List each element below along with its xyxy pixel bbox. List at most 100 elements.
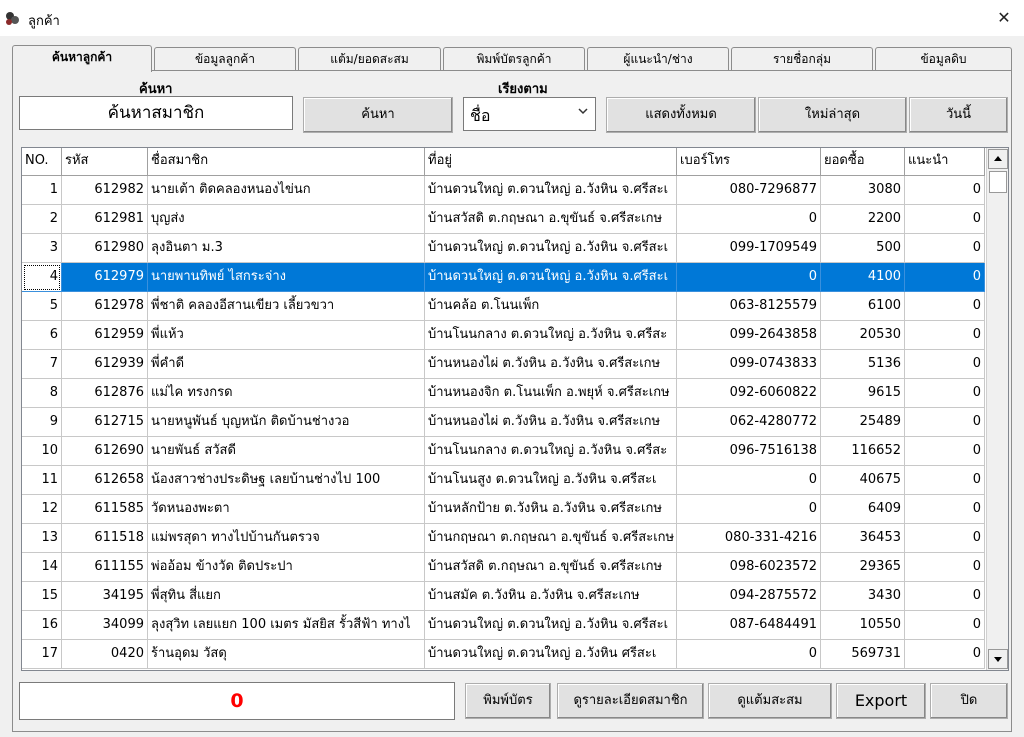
table-row[interactable]: 6 612959 พี่แห้ว บ้านโนนกลาง ต.ดวนใหญ่ อ.วั… [22, 321, 985, 350]
cell-referral: 0 [905, 176, 985, 205]
today-button[interactable]: วันนี้ [909, 97, 1008, 133]
scroll-up-button[interactable] [988, 149, 1008, 169]
tab-customer-info[interactable]: ข้อมูลลูกค้า [154, 47, 296, 71]
cell-referral: 0 [905, 495, 985, 524]
chevron-down-icon [578, 108, 588, 115]
cell-purchase: 6100 [821, 292, 905, 321]
cell-phone: 098-6023572 [677, 553, 821, 582]
cell-address: บ้านคล้อ ต.โนนเพ็ก [425, 292, 677, 321]
view-details-button[interactable]: ดูรายละเอียดสมาชิก [557, 683, 704, 719]
cell-no: 2 [22, 205, 62, 234]
sort-select[interactable]: ชื่อ [463, 97, 596, 131]
export-button[interactable]: Export [836, 683, 926, 719]
search-input[interactable]: ค้นหาสมาชิก [19, 96, 293, 130]
cell-no: 9 [22, 408, 62, 437]
scroll-thumb[interactable] [989, 171, 1007, 193]
cell-code: 612658 [62, 466, 148, 495]
table-row[interactable]: 2 612981 บุญส่ง บ้านสวัสดิ ต.กฤษณา อ.ขุขันธ… [22, 205, 985, 234]
cell-purchase: 20530 [821, 321, 905, 350]
cell-code: 612690 [62, 437, 148, 466]
cell-no: 12 [22, 495, 62, 524]
table-row[interactable]: 17 0420 ร้านอุดม วัสดุ บ้านดวนใหญ่ ต.ดวนใหญ… [22, 640, 985, 669]
cell-no: 1 [22, 176, 62, 205]
cell-phone: 094-2875572 [677, 582, 821, 611]
cell-no: 13 [22, 524, 62, 553]
cell-address: บ้านโนนกลาง ต.ดวนใหญ่ อ.วังหิน จ.ศรีสะ [425, 321, 677, 350]
title-bar: ลูกค้า ✕ [0, 0, 1024, 36]
cell-referral: 0 [905, 524, 985, 553]
cell-code: 612981 [62, 205, 148, 234]
table-row[interactable]: 8 612876 แม่ไค ทรงกรด บ้านหนองจิก ต.โนนเพ็ก… [22, 379, 985, 408]
cell-referral: 0 [905, 437, 985, 466]
view-points-button[interactable]: ดูแต้มสะสม [708, 683, 832, 719]
table-row[interactable]: 5 612978 พี่ชาติ คลองอีสานเขียว เลี้ยวขวาบ… [22, 292, 985, 321]
column-header-name[interactable]: ชื่อสมาชิก [148, 148, 425, 176]
column-header-no[interactable]: NO. [22, 148, 62, 176]
table-row[interactable]: 3 612980 ลุงอินตา ม.3 บ้านดวนใหญ่ ต.ดวนใหญ่… [22, 234, 985, 263]
cell-code: 612979 [62, 263, 148, 292]
column-header-purchase[interactable]: ยอดซื้อ [821, 148, 905, 176]
cell-no: 16 [22, 611, 62, 640]
tab-points[interactable]: แต้ม/ยอดสะสม [298, 47, 441, 71]
table-row[interactable]: 13 611518 แม่พรสุดา ทางไปบ้านกันตรวจ บ้านกฤ… [22, 524, 985, 553]
cell-code: 34099 [62, 611, 148, 640]
table-row[interactable]: 4 612979 นายพานทิพย์ ไสกระจ่าง บ้านดวนใหญ่ … [22, 263, 985, 292]
cell-phone: 062-4280772 [677, 408, 821, 437]
column-header-address[interactable]: ที่อยู่ [425, 148, 677, 176]
cell-purchase: 4100 [821, 263, 905, 292]
column-header-code[interactable]: รหัส [62, 148, 148, 176]
cell-code: 612959 [62, 321, 148, 350]
search-button[interactable]: ค้นหา [303, 97, 453, 133]
cell-referral: 0 [905, 350, 985, 379]
tab-raw-data[interactable]: ข้อมูลดิบ [875, 47, 1012, 71]
cell-name: พี่สุทิน สี่แยก [148, 582, 425, 611]
table-row[interactable]: 14 611155 พ่ออ้อม ข้างวัด ติดประปา บ้านสวัส… [22, 553, 985, 582]
table-row[interactable]: 10 612690 นายพันธ์ สวัสดี บ้านโนนกลาง ต.ดวน… [22, 437, 985, 466]
vertical-scrollbar[interactable] [986, 148, 1008, 670]
cell-no: 6 [22, 321, 62, 350]
tab-print-card[interactable]: พิมพ์บัตรลูกค้า [443, 47, 585, 71]
cell-no: 14 [22, 553, 62, 582]
table-row[interactable]: 1 612982 นายเต้า ติดคลองหนองไข่นก บ้านดวนให… [22, 176, 985, 205]
cell-name: นายพันธ์ สวัสดี [148, 437, 425, 466]
cell-purchase: 569731 [821, 640, 905, 669]
triangle-down-icon [994, 657, 1002, 662]
tab-search-customer[interactable]: ค้นหาลูกค้า [12, 45, 152, 72]
table-row[interactable]: 16 34099 ลุงสุวิท เลยแยก 100 เมตร มัสยิส ร… [22, 611, 985, 640]
scroll-down-button[interactable] [988, 649, 1008, 669]
column-header-referral[interactable]: แนะนำ [905, 148, 985, 176]
newest-button[interactable]: ใหม่ล่าสุด [758, 97, 907, 133]
close-button[interactable]: ปิด [930, 683, 1008, 719]
cell-purchase: 25489 [821, 408, 905, 437]
cell-code: 611585 [62, 495, 148, 524]
cell-phone: 0 [677, 466, 821, 495]
cell-name: วัดหนองพะตา [148, 495, 425, 524]
cell-phone: 099-2643858 [677, 321, 821, 350]
show-all-button[interactable]: แสดงทั้งหมด [606, 97, 756, 133]
cell-address: บ้านดวนใหญ่ ต.ดวนใหญ่ อ.วังหิน จ.ศรีสะเ [425, 234, 677, 263]
close-icon[interactable]: ✕ [994, 8, 1014, 28]
tab-referrer[interactable]: ผู้แนะนำ/ช่าง [587, 47, 729, 71]
cell-code: 612980 [62, 234, 148, 263]
print-card-button[interactable]: พิมพ์บัตร [465, 683, 551, 719]
table-row[interactable]: 11 612658 น้องสาวช่างประดิษฐ เลยบ้านช่างไป… [22, 466, 985, 495]
column-header-phone[interactable]: เบอร์โทร [677, 148, 821, 176]
cell-referral: 0 [905, 379, 985, 408]
cell-phone: 0 [677, 263, 821, 292]
cell-address: บ้านสวัสดิ ต.กฤษณา อ.ขุขันธ์ จ.ศรีสะเกษ [425, 553, 677, 582]
app-icon [6, 12, 19, 25]
cell-code: 612939 [62, 350, 148, 379]
cell-name: น้องสาวช่างประดิษฐ เลยบ้านช่างไป 100 [148, 466, 425, 495]
cell-name: พ่ออ้อม ข้างวัด ติดประปา [148, 553, 425, 582]
table-row[interactable]: 9 612715 นายหนูพันธ์ บุญหนัก ติดบ้านช่างวอ… [22, 408, 985, 437]
cell-name: พี่ชาติ คลองอีสานเขียว เลี้ยวขวา [148, 292, 425, 321]
table-row[interactable]: 15 34195 พี่สุทิน สี่แยก บ้านสมัค ต.วังหิน … [22, 582, 985, 611]
cell-address: บ้านดวนใหญ่ ต.ดวนใหญ่ อ.วังหิน จ.ศรีสะเ [425, 176, 677, 205]
cell-referral: 0 [905, 553, 985, 582]
cell-phone: 0 [677, 205, 821, 234]
cell-purchase: 6409 [821, 495, 905, 524]
customer-table[interactable]: NO. รหัส ชื่อสมาชิก ที่อยู่ เบอร์โทร ยอด… [21, 147, 1009, 671]
table-row[interactable]: 12 611585 วัดหนองพะตา บ้านหลักป้าย ต.วังหิน… [22, 495, 985, 524]
tab-group-list[interactable]: รายชื่อกลุ่ม [731, 47, 873, 71]
table-row[interactable]: 7 612939 พี่คำดี บ้านหนองไผ่ ต.วังหิน อ.วัง… [22, 350, 985, 379]
